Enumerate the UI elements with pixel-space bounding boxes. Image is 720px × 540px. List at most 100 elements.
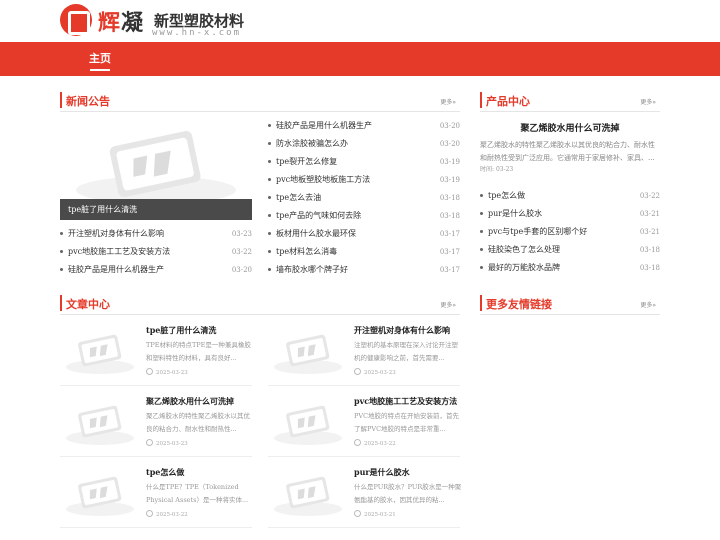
placeholder-image-icon (66, 334, 134, 374)
bullet-icon (268, 196, 271, 199)
product-featured-title[interactable]: 聚乙烯胶水用什么可洗掉 (480, 121, 660, 134)
list-item-title[interactable]: tpe怎么做 (488, 189, 525, 203)
list-item[interactable]: 墙布胶水哪个牌子好 03-17 (268, 263, 460, 277)
news-section-header: 新闻公告 更多» (60, 90, 460, 112)
list-item[interactable]: 开注塑机对身体有什么影响 03-23 (60, 227, 252, 241)
list-item[interactable]: pvc地胶施工工艺及安装方法 03-22 (60, 245, 252, 259)
list-item-title[interactable]: pvc地板塑胶地板施工方法 (276, 173, 370, 187)
divider (268, 456, 460, 457)
list-item-date: 03-18 (439, 212, 460, 220)
list-item-title[interactable]: 防水涂胶被骗怎么办 (276, 137, 348, 151)
links-section-header: 更多友情链接 更多» (480, 293, 660, 315)
bullet-icon (268, 232, 271, 235)
article-card[interactable]: pur是什么胶水 什么是PUR胶水？PUR胶水是一种聚氨酯基的胶水，因其优异的粘… (268, 467, 464, 527)
bullet-icon (480, 230, 483, 233)
products-more-link[interactable]: 更多» (640, 97, 656, 106)
list-item-title[interactable]: pvc与tpe手套的区别哪个好 (488, 225, 587, 239)
list-item-date: 03-19 (439, 176, 460, 184)
list-item-title[interactable]: pur是什么胶水 (488, 207, 542, 221)
bullet-icon (268, 214, 271, 217)
article-card[interactable]: 聚乙烯胶水用什么可洗掉 聚乙烯胶水的特性聚乙烯胶水以其优良的粘合力、耐水性和耐热… (60, 396, 256, 456)
article-card[interactable]: pvc地胶施工工艺及安装方法 PVC地胶的特点在开始安装前，首先了解PVC地胶的… (268, 396, 464, 456)
placeholder-image-icon (66, 405, 134, 445)
list-item[interactable]: tpe怎么去油 03-18 (268, 191, 460, 205)
article-desc: 聚乙烯胶水的特性聚乙烯胶水以其优良的粘合力、耐水性和耐热性... (146, 412, 250, 433)
list-item[interactable]: 板材用什么胶水最环保 03-17 (268, 227, 460, 241)
list-item[interactable]: pur是什么胶水 03-21 (480, 207, 660, 221)
list-item-title[interactable]: 板材用什么胶水最环保 (276, 227, 356, 241)
list-item-title[interactable]: 最好的万能胶水品牌 (488, 261, 560, 275)
placeholder-image-icon (274, 334, 342, 374)
list-item[interactable]: 硅胶染色了怎么处理 03-18 (480, 243, 660, 257)
bullet-icon (268, 160, 271, 163)
site-logo[interactable]: 辉凝 新型塑胶材料 www.hn-x.com (60, 4, 250, 38)
list-item-date: 03-21 (639, 210, 660, 218)
bullet-icon (60, 232, 63, 235)
article-title[interactable]: pur是什么胶水 (354, 467, 410, 478)
list-item[interactable]: tpe裂开怎么修复 03-19 (268, 155, 460, 169)
list-item-title[interactable]: 墙布胶水哪个牌子好 (276, 263, 348, 277)
list-item-title[interactable]: tpe材料怎么消毒 (276, 245, 337, 259)
list-item-title[interactable]: 硅胶产品是用什么机器生产 (68, 263, 164, 277)
article-desc: 注塑机的基本原理在深入讨论开注塑机的健康影响之前，首先需要... (354, 341, 458, 362)
article-title[interactable]: 聚乙烯胶水用什么可洗掉 (146, 396, 234, 407)
article-title[interactable]: tpe脏了用什么清洗 (146, 325, 216, 336)
list-item[interactable]: 防水涂胶被骗怎么办 03-20 (268, 137, 460, 151)
list-item[interactable]: 硅胶产品是用什么机器生产 03-20 (60, 263, 252, 277)
article-title[interactable]: 开注塑机对身体有什么影响 (354, 325, 450, 336)
list-item-title[interactable]: tpe产品的气味如何去除 (276, 209, 361, 223)
list-item[interactable]: tpe材料怎么消毒 03-17 (268, 245, 460, 259)
list-item-title[interactable]: 开注塑机对身体有什么影响 (68, 227, 164, 241)
bullet-icon (268, 268, 271, 271)
article-card[interactable]: 开注塑机对身体有什么影响 注塑机的基本原理在深入讨论开注塑机的健康影响之前，首先… (268, 325, 464, 385)
article-title[interactable]: tpe怎么做 (146, 467, 184, 478)
article-card[interactable]: tpe脏了用什么清洗 TPE材料的特点TPE是一种兼具橡胶和塑料特性的材料，具有… (60, 325, 256, 385)
list-item-date: 03-20 (231, 266, 252, 274)
article-desc: PVC地胶的特点在开始安装前，首先了解PVC地胶的特点是非常重... (354, 412, 460, 433)
bullet-icon (268, 178, 271, 181)
articles-section-header: 文章中心 更多» (60, 293, 460, 315)
list-item[interactable]: tpe产品的气味如何去除 03-18 (268, 209, 460, 223)
list-item-date: 03-23 (231, 230, 252, 238)
list-item-date: 03-17 (439, 266, 460, 274)
article-title[interactable]: pvc地胶施工工艺及安装方法 (354, 396, 457, 407)
nav-item-home[interactable]: 主页 (82, 42, 118, 76)
articles-section-title: 文章中心 (66, 298, 110, 311)
list-item[interactable]: 硅胶产品是用什么机器生产 03-20 (268, 119, 460, 133)
news-right-list: 硅胶产品是用什么机器生产 03-20 防水涂胶被骗怎么办 03-20 tpe裂开怎么… (268, 119, 460, 279)
list-item[interactable]: tpe怎么做 03-22 (480, 189, 660, 203)
article-date: 2025-03-21 (354, 510, 396, 518)
articles-more-link[interactable]: 更多» (440, 300, 456, 309)
bullet-icon (60, 250, 63, 253)
list-item-date: 03-20 (439, 140, 460, 148)
article-card[interactable]: tpe怎么做 什么是TPE？TPE（Tokenized Physical Ass… (60, 467, 256, 527)
divider (60, 385, 252, 386)
products-list: tpe怎么做 03-22 pur是什么胶水 03-21 pvc与tpe手套的区别哪个… (480, 189, 660, 279)
article-desc: TPE材料的特点TPE是一种兼具橡胶和塑料特性的材料，具有良好... (146, 341, 251, 362)
product-time-value: 03-23 (495, 166, 514, 173)
product-time-label: 时间: (480, 166, 495, 173)
bullet-icon (268, 142, 271, 145)
links-more-link[interactable]: 更多» (640, 300, 656, 309)
bullet-icon (480, 194, 483, 197)
product-featured-time: 时间: 03-23 (480, 164, 513, 173)
list-item-title[interactable]: tpe怎么去油 (276, 191, 321, 205)
news-more-link[interactable]: 更多» (440, 97, 456, 106)
list-item-title[interactable]: tpe裂开怎么修复 (276, 155, 337, 169)
news-featured-caption[interactable]: tpe脏了用什么清洗 (60, 199, 252, 220)
list-item-title[interactable]: pvc地胶施工工艺及安装方法 (68, 245, 170, 259)
divider (268, 527, 460, 528)
article-desc: 什么是TPE？TPE（Tokenized Physical Assets）是一种… (146, 483, 249, 504)
list-item-title[interactable]: 硅胶产品是用什么机器生产 (276, 119, 372, 133)
list-item-date: 03-18 (639, 246, 660, 254)
list-item[interactable]: pvc地板塑胶地板施工方法 03-19 (268, 173, 460, 187)
divider (268, 385, 460, 386)
list-item[interactable]: pvc与tpe手套的区别哪个好 03-21 (480, 225, 660, 239)
bullet-icon (60, 268, 63, 271)
list-item-date: 03-22 (639, 192, 660, 200)
list-item[interactable]: 最好的万能胶水品牌 03-18 (480, 261, 660, 275)
list-item-date: 03-18 (639, 264, 660, 272)
list-item-title[interactable]: 硅胶染色了怎么处理 (488, 243, 560, 257)
divider (60, 456, 252, 457)
links-section-title: 更多友情链接 (486, 298, 552, 311)
